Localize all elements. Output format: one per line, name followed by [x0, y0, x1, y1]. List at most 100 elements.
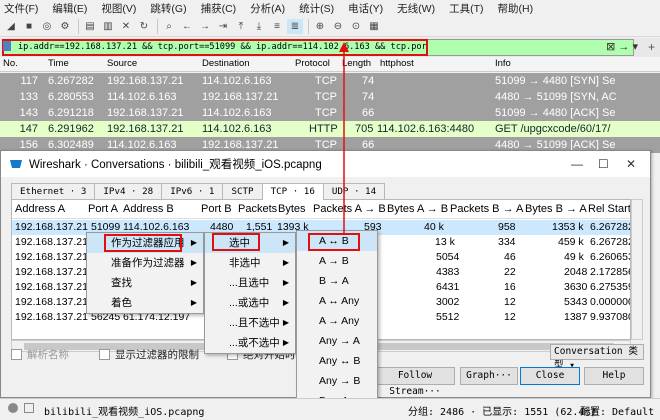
menu-analyze[interactable]: 分析(A): [250, 1, 285, 16]
filter-bookmark-icon[interactable]: [3, 41, 11, 51]
zoom-out-icon[interactable]: ⊖: [330, 19, 346, 34]
save-file-icon[interactable]: ▥: [100, 19, 116, 34]
menu-not-selected[interactable]: 非选中 ▶: [205, 253, 295, 273]
menu-telephony[interactable]: 电话(Y): [348, 1, 383, 16]
close-file-icon[interactable]: ✕: [118, 19, 134, 34]
menu-colorize[interactable]: 着色 ▶: [87, 293, 203, 313]
table-vertical-scrollbar[interactable]: [631, 199, 643, 340]
last-packet-icon[interactable]: ⤓: [251, 19, 267, 34]
packet-source: 192.168.137.21: [107, 123, 184, 135]
close-window-icon[interactable]: ✕: [626, 157, 636, 171]
limit-to-filter-checkbox[interactable]: 显示过滤器的限制: [99, 347, 199, 362]
zoom-in-icon[interactable]: ⊕: [312, 19, 328, 34]
menu-selected[interactable]: 选中 ▶: [205, 233, 295, 253]
menu-capture[interactable]: 捕获(C): [201, 1, 237, 16]
clear-filter-icon[interactable]: ⊠ → ▾: [606, 40, 638, 53]
menu-wireless[interactable]: 无线(W): [397, 1, 435, 16]
menu-a-both-any[interactable]: A ↔ Any: [297, 291, 377, 311]
col-rel-start[interactable]: Rel Start: [588, 203, 630, 215]
menu-or-selected[interactable]: ...或选中 ▶: [205, 293, 295, 313]
menu-item-label: 选中: [229, 237, 250, 249]
menu-any-both-b[interactable]: Any ↔ B: [297, 351, 377, 371]
menu-view[interactable]: 视图(V): [101, 1, 136, 16]
maximize-icon[interactable]: ☐: [598, 157, 609, 171]
go-to-packet-icon[interactable]: ⇥: [215, 19, 231, 34]
name-resolution-checkbox[interactable]: 解析名称: [11, 347, 69, 362]
menu-and-selected[interactable]: ...且选中 ▶: [205, 273, 295, 293]
col-port-a[interactable]: Port A: [88, 203, 118, 215]
col-address-a[interactable]: Address A: [15, 203, 65, 215]
display-filter-input-extension[interactable]: [428, 39, 634, 56]
capture-comment-icon[interactable]: [24, 403, 34, 413]
find-packet-icon[interactable]: ⌕: [161, 19, 177, 34]
menu-find[interactable]: 查找 ▶: [87, 273, 203, 293]
col-bytes-b-a[interactable]: Bytes B → A: [525, 203, 587, 215]
add-filter-button-icon[interactable]: +: [648, 40, 655, 54]
col-bytes-a-b[interactable]: Bytes A → B: [387, 203, 448, 215]
cell-rel-start: 6.267282: [590, 236, 631, 248]
help-button[interactable]: Help: [584, 367, 644, 385]
cell-bytes-b-a: 49 k: [564, 251, 584, 263]
options-icon[interactable]: ⚙: [57, 19, 73, 34]
cell-address-a: 192.168.137.21: [15, 311, 88, 323]
menu-a-to-b[interactable]: A → B: [297, 251, 377, 271]
tab-ethernet[interactable]: Ethernet · 3: [11, 183, 96, 199]
tab-sctp[interactable]: SCTP: [222, 183, 263, 199]
menu-statistics[interactable]: 统计(S): [299, 1, 334, 16]
cell-bytes-a-b: 3002: [436, 296, 460, 308]
cell-bytes-b-a: 459 k: [558, 236, 584, 248]
menu-help[interactable]: 帮助(H): [498, 1, 534, 16]
menu-and-not-selected[interactable]: ...且不选中 ▶: [205, 313, 295, 333]
conversation-type-dropdown[interactable]: Conversation 类型 ▾: [550, 344, 644, 371]
resize-columns-icon[interactable]: ▦: [366, 19, 382, 34]
col-destination[interactable]: Destination: [202, 58, 250, 69]
minimize-icon[interactable]: —: [571, 157, 583, 171]
follow-stream-button[interactable]: Follow Stream···: [375, 367, 455, 397]
restart-capture-icon[interactable]: ◎: [39, 19, 55, 34]
menu-tools[interactable]: 工具(T): [449, 1, 483, 16]
col-info[interactable]: Info: [495, 58, 511, 69]
zoom-reset-icon[interactable]: ⊙: [348, 19, 364, 34]
menu-a-to-any[interactable]: A → Any: [297, 311, 377, 331]
open-file-icon[interactable]: ▤: [82, 19, 98, 34]
col-packets[interactable]: Packets: [238, 203, 277, 215]
status-profile[interactable]: 配置: Default: [580, 403, 654, 418]
close-button[interactable]: Close: [520, 367, 580, 385]
autoscroll-icon[interactable]: ≡: [269, 19, 285, 34]
col-port-b[interactable]: Port B: [201, 203, 232, 215]
menu-or-not-selected[interactable]: ...或不选中 ▶: [205, 333, 295, 353]
colorize-icon[interactable]: ≣: [287, 19, 303, 34]
tab-tcp[interactable]: TCP · 16: [261, 183, 324, 200]
col-httphost[interactable]: httphost: [380, 58, 414, 69]
menu-item-label: 作为过滤器应用: [111, 237, 185, 249]
menu-apply-as-filter[interactable]: 作为过滤器应用 ▶: [87, 233, 203, 253]
col-bytes[interactable]: Bytes: [278, 203, 306, 215]
tab-ipv6[interactable]: IPv6 · 1: [161, 183, 224, 199]
go-forward-icon[interactable]: →: [197, 19, 213, 34]
tab-ipv4[interactable]: IPv4 · 28: [94, 183, 163, 199]
menu-file[interactable]: 文件(F): [4, 1, 38, 16]
first-packet-icon[interactable]: ⤒: [233, 19, 249, 34]
menu-any-to-b[interactable]: Any → B: [297, 371, 377, 391]
menu-go[interactable]: 跳转(G): [150, 1, 186, 16]
start-capture-icon[interactable]: ◢: [3, 19, 19, 34]
col-source[interactable]: Source: [107, 58, 137, 69]
menu-item-label: Any ↔ B: [319, 355, 361, 367]
graph-button[interactable]: Graph···: [460, 367, 518, 385]
expert-info-icon[interactable]: [8, 403, 18, 413]
reload-icon[interactable]: ↻: [136, 19, 152, 34]
menu-edit[interactable]: 编辑(E): [52, 1, 87, 16]
menu-any-to-a[interactable]: Any → A: [297, 331, 377, 351]
col-packets-b-a[interactable]: Packets B → A: [450, 203, 523, 215]
col-protocol[interactable]: Protocol: [295, 58, 330, 69]
context-menu: 作为过滤器应用 ▶ 准备作为过滤器 ▶ 查找 ▶ 着色 ▶: [86, 232, 204, 314]
col-no[interactable]: No.: [3, 58, 18, 69]
stop-capture-icon[interactable]: ■: [21, 19, 37, 34]
submenu-arrow-icon: ▶: [282, 318, 289, 327]
col-time[interactable]: Time: [48, 58, 69, 69]
col-address-b[interactable]: Address B: [123, 203, 174, 215]
menu-b-to-a[interactable]: B → A: [297, 271, 377, 291]
menu-prepare-as-filter[interactable]: 准备作为过滤器 ▶: [87, 253, 203, 273]
menu-item-label: A → Any: [319, 315, 360, 327]
go-back-icon[interactable]: ←: [179, 19, 195, 34]
